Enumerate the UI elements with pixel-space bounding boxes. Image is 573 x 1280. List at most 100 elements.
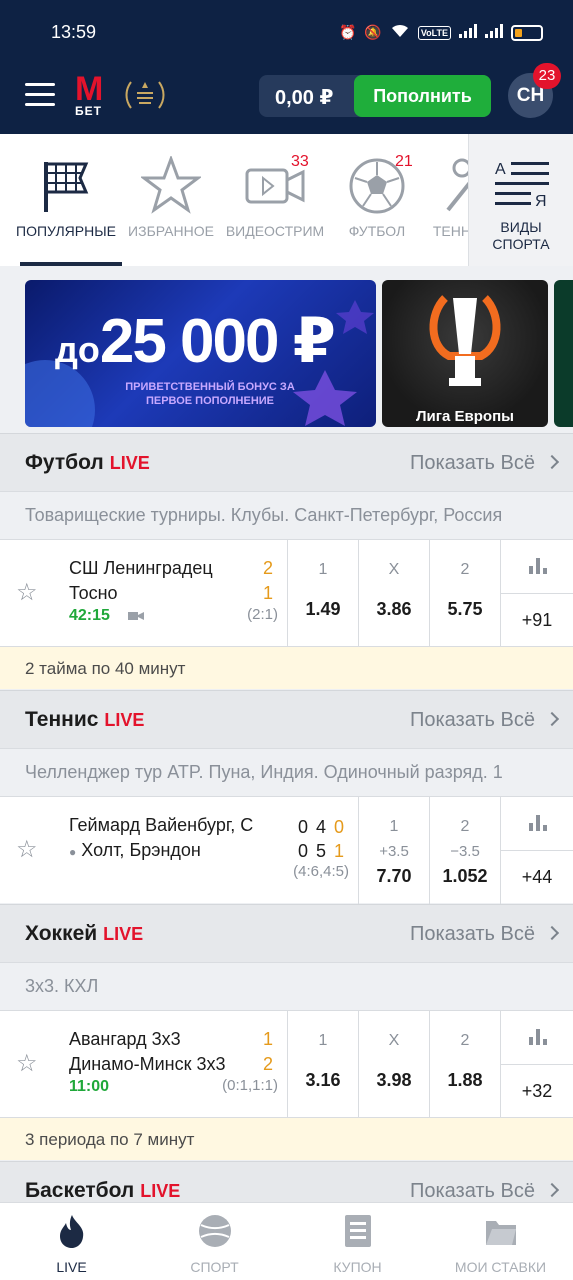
section-tennis-header[interactable]: Теннис LIVE Показать Всё xyxy=(0,690,573,748)
favorite-star-icon[interactable]: ☆ xyxy=(16,578,38,607)
section-title: Футбол xyxy=(25,451,104,474)
europa-caption: Лига Европы xyxy=(416,408,514,425)
video-camera-icon xyxy=(128,612,144,620)
nav-sport[interactable]: СПОРТ xyxy=(143,1203,286,1280)
next-banner[interactable] xyxy=(554,280,573,427)
live-label: LIVE xyxy=(109,453,150,473)
more-markets[interactable]: +44 xyxy=(500,797,573,904)
team-2: Тосно xyxy=(69,583,118,603)
match-time: 42:15 xyxy=(69,607,110,624)
stats-icon[interactable] xyxy=(529,815,547,831)
show-all-link[interactable]: Показать Всё xyxy=(410,1180,560,1203)
league-row[interactable]: 3х3. КХЛ xyxy=(0,962,573,1010)
ball-icon xyxy=(198,1215,231,1247)
event-row-football[interactable]: ☆ СШ Ленинградец Тосно 2 1 42:15 (2:1) 1… xyxy=(0,539,573,647)
favorite-star-icon[interactable]: ☆ xyxy=(16,1049,38,1078)
odd-handicap-1[interactable]: 1 +3.5 7.70 xyxy=(358,797,429,904)
more-markets-count[interactable]: +91 xyxy=(501,610,573,631)
period-score: (4:6,4:5) xyxy=(293,863,349,880)
player-2: ● Холт, Брэндон xyxy=(69,840,201,860)
live-label: LIVE xyxy=(104,710,145,730)
league-row[interactable]: Челленджер тур ATP. Пуна, Индия. Одиночн… xyxy=(0,748,573,796)
deposit-button[interactable]: Пополнить xyxy=(354,75,491,117)
balance-amount[interactable]: 0,00 ₽ xyxy=(275,85,333,110)
videostream-count-badge: 33 xyxy=(291,153,309,170)
welcome-bonus-banner[interactable]: до25 000 ₽ ПРИВЕТСТВЕННЫЙ БОНУС ЗА ПЕРВО… xyxy=(25,280,376,427)
europa-league-banner[interactable]: Лига Европы xyxy=(382,280,548,427)
favorite-star-icon[interactable]: ☆ xyxy=(16,835,38,864)
nav-coupon[interactable]: КУПОН xyxy=(286,1203,429,1280)
event-row-tennis[interactable]: ☆ Геймард Вайенбург, С ● Холт, Брэндон 0… xyxy=(0,796,573,904)
nav-live[interactable]: LIVE xyxy=(0,1203,143,1280)
section-title: Хоккей xyxy=(25,922,98,945)
europa-trophy-icon xyxy=(429,295,501,386)
odd-x[interactable]: X 3.86 xyxy=(358,540,429,647)
folder-icon xyxy=(485,1221,516,1245)
more-markets[interactable]: +91 xyxy=(500,540,573,647)
chevron-right-icon xyxy=(544,925,560,941)
section-football-header[interactable]: Футбол LIVE Показать Всё xyxy=(0,433,573,491)
odd-x[interactable]: X 3.98 xyxy=(358,1011,429,1118)
balance-box: 0,00 ₽ Пополнить xyxy=(259,75,491,117)
wifi-icon xyxy=(390,23,410,42)
bonus-amount: до25 000 ₽ xyxy=(55,307,336,376)
odd-1[interactable]: 1 1.49 xyxy=(287,540,358,647)
more-markets-count[interactable]: +32 xyxy=(501,1081,573,1102)
match-time: 11:00 xyxy=(69,1078,110,1095)
more-markets-count[interactable]: +44 xyxy=(501,867,573,888)
svg-text:А: А xyxy=(495,161,506,178)
team-1: СШ Ленинградец xyxy=(69,558,213,578)
bonus-subtitle: ПРИВЕТСТВЕННЫЙ БОНУС ЗА ПЕРВОЕ ПОПОЛНЕНИ… xyxy=(125,381,295,407)
section-title: Баскетбол xyxy=(25,1179,135,1202)
flame-icon xyxy=(59,1215,83,1248)
stats-icon[interactable] xyxy=(529,1029,547,1045)
team-2: Динамо-Минск 3х3 xyxy=(69,1054,226,1074)
score-1: 2 xyxy=(263,558,274,578)
team-1: Авангард 3х3 xyxy=(69,1029,181,1049)
tab-favorites[interactable]: ИЗБРАННОЕ xyxy=(124,134,218,266)
set-score-p1-1: 0 xyxy=(298,817,309,837)
odd-2[interactable]: 2 5.75 xyxy=(429,540,500,647)
set-score-p2-1: 0 xyxy=(298,841,309,861)
league-row[interactable]: Товарищеские турниры. Клубы. Санкт-Петер… xyxy=(0,491,573,539)
signal-icon-2 xyxy=(485,24,503,41)
signal-icon xyxy=(459,24,477,41)
set-score-p1-3: 0 xyxy=(334,817,345,837)
show-all-link[interactable]: Показать Всё xyxy=(410,452,560,475)
volte-badge: VoLTE xyxy=(417,25,451,40)
status-icons: ⏰ 🔕 VoLTE xyxy=(339,23,543,42)
period-score: (0:1,1:1) xyxy=(222,1077,278,1094)
promo-banners: до25 000 ₽ ПРИВЕТСТВЕННЫЙ БОНУС ЗА ПЕРВО… xyxy=(0,266,573,433)
menu-icon[interactable] xyxy=(25,83,55,107)
star-icon xyxy=(139,154,203,216)
odd-1[interactable]: 1 3.16 xyxy=(287,1011,358,1118)
section-title: Теннис xyxy=(25,708,99,731)
match-format-note: 2 тайма по 40 минут xyxy=(0,646,573,689)
bottom-navigation: LIVE СПОРТ КУПОН МОИ СТАВКИ xyxy=(0,1202,573,1280)
more-markets[interactable]: +32 xyxy=(500,1011,573,1118)
set-score-p1-2: 4 xyxy=(316,817,327,837)
match-format-note: 3 периода по 7 минут xyxy=(0,1117,573,1160)
status-bar: 13:59 ⏰ 🔕 VoLTE xyxy=(0,0,573,66)
award-emblem-icon xyxy=(123,78,167,114)
tab-videostream[interactable]: ВИДЕОСТРИМ xyxy=(222,134,328,266)
set-score-p2-3: 1 xyxy=(334,841,345,861)
odd-2[interactable]: 2 1.88 xyxy=(429,1011,500,1118)
chevron-right-icon xyxy=(544,454,560,470)
event-row-hockey[interactable]: ☆ Авангард 3х3 Динамо-Минск 3х3 1 2 11:0… xyxy=(0,1010,573,1118)
all-sports-button[interactable]: А Я ВИДЫ СПОРТА xyxy=(468,134,573,266)
odd-handicap-2[interactable]: 2 −3.5 1.052 xyxy=(429,797,500,904)
stats-icon[interactable] xyxy=(529,558,547,574)
logo[interactable]: M БЕТ xyxy=(75,72,111,118)
nav-my-bets[interactable]: МОИ СТАВКИ xyxy=(429,1203,572,1280)
live-label: LIVE xyxy=(140,1181,181,1201)
score-2: 1 xyxy=(263,583,274,603)
show-all-link[interactable]: Показать Всё xyxy=(410,709,560,732)
show-all-link[interactable]: Показать Всё xyxy=(410,923,560,946)
tab-popular[interactable]: ПОПУЛЯРНЫЕ xyxy=(10,134,122,266)
section-hockey-header[interactable]: Хоккей LIVE Показать Всё xyxy=(0,904,573,962)
status-time: 13:59 xyxy=(51,22,97,42)
flag-icon xyxy=(36,156,96,216)
chevron-right-icon xyxy=(544,711,560,727)
alarm-icon: ⏰ xyxy=(338,24,357,40)
